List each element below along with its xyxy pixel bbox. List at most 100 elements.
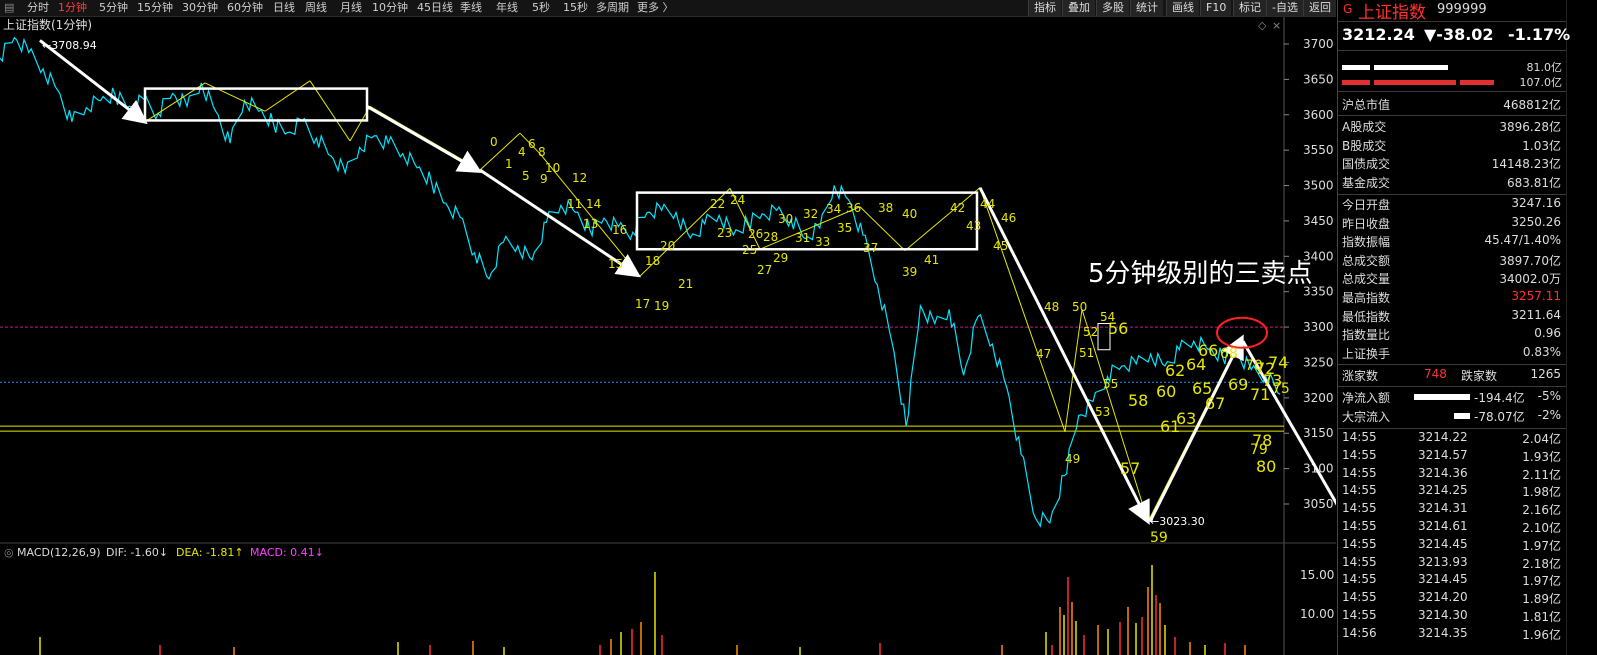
pen-number-label: 49 [1065, 452, 1080, 466]
tick-row: 14:55 3214.45 1.97亿 [1338, 537, 1566, 555]
chart-background [0, 17, 1336, 655]
tick-price: 3214.61 [1418, 519, 1468, 533]
pen-number-label: 22 [710, 197, 725, 211]
stat-row: 昨日收盘 3250.26 [1338, 215, 1566, 233]
toolbar-button[interactable]: 画线 [1166, 0, 1199, 16]
market-cap-row: 沪总市值 468812亿 [1338, 96, 1566, 114]
period-tab[interactable]: 年线 [496, 0, 518, 16]
stat-label: 指数量比 [1342, 328, 1391, 343]
tick-row: 14:55 3214.31 2.16亿 [1338, 501, 1566, 519]
tick-time: 14:55 [1342, 572, 1377, 587]
period-tab[interactable]: 45日线 [417, 0, 453, 16]
stat-label: B股成交 [1342, 138, 1387, 153]
quote-panel: G 上证指数 999999 3212.24 ▼-38.02 -1.17% 81.0亿 107.… [1337, 0, 1597, 655]
tick-amount: 2.11亿 [1522, 467, 1561, 482]
pen-number-label: 33 [815, 235, 830, 249]
pen-number-label: 44 [980, 197, 995, 211]
toolbar-button[interactable]: 叠加 [1062, 0, 1095, 16]
pen-number-label: 68 [1220, 346, 1238, 362]
y-tick-label: 3550 [1303, 143, 1334, 157]
y-tick-label: 3050 [1303, 497, 1334, 511]
period-tab[interactable]: 60分钟 [227, 0, 263, 16]
tick-amount: 1.97亿 [1522, 574, 1561, 589]
pen-number-label: 46 [1001, 211, 1016, 225]
chart-title: 上证指数(1分钟) [3, 17, 92, 32]
tick-time: 14:55 [1342, 519, 1377, 533]
stat-label: 沪总市值 [1342, 98, 1391, 112]
pen-number-label: 19 [654, 299, 669, 313]
menu-icon[interactable]: ▤ [4, 0, 14, 16]
period-tab[interactable]: 更多 〉 [637, 0, 674, 16]
tick-row: 14:55 3214.36 2.11亿 [1338, 466, 1566, 484]
stat-row: 指数量比 0.96 [1338, 326, 1566, 344]
toolbar-button[interactable]: 多股 [1096, 0, 1129, 16]
high-label: ←3708.94 [42, 39, 97, 52]
tick-time: 14:55 [1342, 430, 1377, 444]
pen-number-label: 29 [773, 251, 788, 265]
period-tab[interactable]: 周线 [305, 0, 327, 16]
tick-price: 3214.31 [1418, 501, 1468, 516]
stat-label: 总成交量 [1342, 272, 1391, 287]
tick-row: 14:55 3213.93 2.18亿 [1338, 555, 1566, 573]
buy-bar [1342, 65, 1370, 70]
toolbar-button[interactable]: -自选 [1266, 0, 1303, 16]
period-tab[interactable]: 30分钟 [182, 0, 218, 16]
period-tab[interactable]: 15分钟 [137, 0, 173, 16]
pen-number-label: 28 [763, 230, 778, 244]
kline-chart[interactable]: 上证指数(1分钟) ◇ ×37003650360035503500345034003… [0, 17, 1336, 655]
period-tab[interactable]: 月线 [340, 0, 362, 16]
tick-time: 14:55 [1342, 447, 1377, 462]
flow-bar [1414, 394, 1470, 400]
toolbar-button[interactable]: 统计 [1130, 0, 1163, 16]
stat-row: 总成交额 3897.70亿 [1338, 252, 1566, 270]
y-tick-label: 3250 [1303, 355, 1334, 369]
flow-pct: -5% [1537, 389, 1561, 403]
tick-price: 3214.35 [1418, 625, 1468, 640]
period-tab[interactable]: 5分钟 [99, 0, 128, 16]
pen-number-label: 75 [1272, 381, 1290, 397]
tick-time: 14:55 [1342, 483, 1377, 498]
toolbar-button[interactable]: 标记 [1233, 0, 1266, 16]
tick-time: 14:56 [1342, 625, 1377, 640]
stat-label: 大宗流入 [1342, 410, 1391, 424]
period-tab[interactable]: 5秒 [532, 0, 550, 16]
stat-label: 最高指数 [1342, 291, 1391, 305]
stat-value: 3897.70亿 [1499, 253, 1561, 268]
pen-number-label: 36 [846, 201, 861, 215]
pen-number-label: 27 [757, 263, 772, 277]
pen-number-label: 15 [608, 257, 623, 271]
period-tab[interactable]: 15秒 [563, 0, 588, 16]
stat-row: 总成交量 34002.0万 [1338, 270, 1566, 288]
period-tab[interactable]: 季线 [460, 0, 482, 16]
tick-price: 3214.36 [1418, 465, 1468, 480]
separator [1338, 21, 1566, 22]
low-label: ←3023.30 [1150, 515, 1205, 528]
tick-amount: 1.81亿 [1522, 610, 1561, 624]
sell-bar [1342, 80, 1370, 85]
period-tab[interactable]: 1分钟 [58, 0, 87, 16]
macd-label: MACD(12,26,9) [17, 546, 101, 559]
toolbar-button[interactable]: F10 [1200, 0, 1232, 16]
tick-row: 14:55 3214.20 1.89亿 [1338, 590, 1566, 608]
pen-number-label: 62 [1165, 361, 1185, 380]
period-tab[interactable]: 日线 [273, 0, 295, 16]
tick-time: 14:55 [1342, 590, 1377, 605]
stat-row: 基金成交 683.81亿 [1338, 174, 1566, 192]
tick-time: 14:55 [1342, 501, 1377, 516]
stat-row: A股成交 3896.28亿 [1338, 118, 1566, 136]
toolbar-button[interactable]: 指标 [1028, 0, 1061, 16]
stat-label: 国债成交 [1342, 157, 1391, 171]
stat-row: 今日开盘 3247.16 [1338, 196, 1566, 214]
stat-value: 14148.23亿 [1491, 157, 1561, 171]
period-tab[interactable]: 10分钟 [372, 0, 408, 16]
stat-row: 最高指数 3257.11 [1338, 289, 1566, 307]
macd-settings-icon: ◎ [4, 546, 14, 559]
period-tab[interactable]: 多周期 [596, 0, 629, 16]
annotation-text: 5分钟级别的三卖点 [1088, 259, 1313, 289]
toolbar-button[interactable]: 返回 [1303, 0, 1336, 16]
period-tab[interactable]: 分时 [27, 0, 49, 16]
y-tick-label: 3700 [1303, 37, 1334, 51]
stat-row: 国债成交 14148.23亿 [1338, 155, 1566, 173]
tick-row: 14:55 3214.57 1.93亿 [1338, 448, 1566, 466]
tick-amount: 2.18亿 [1522, 556, 1561, 571]
